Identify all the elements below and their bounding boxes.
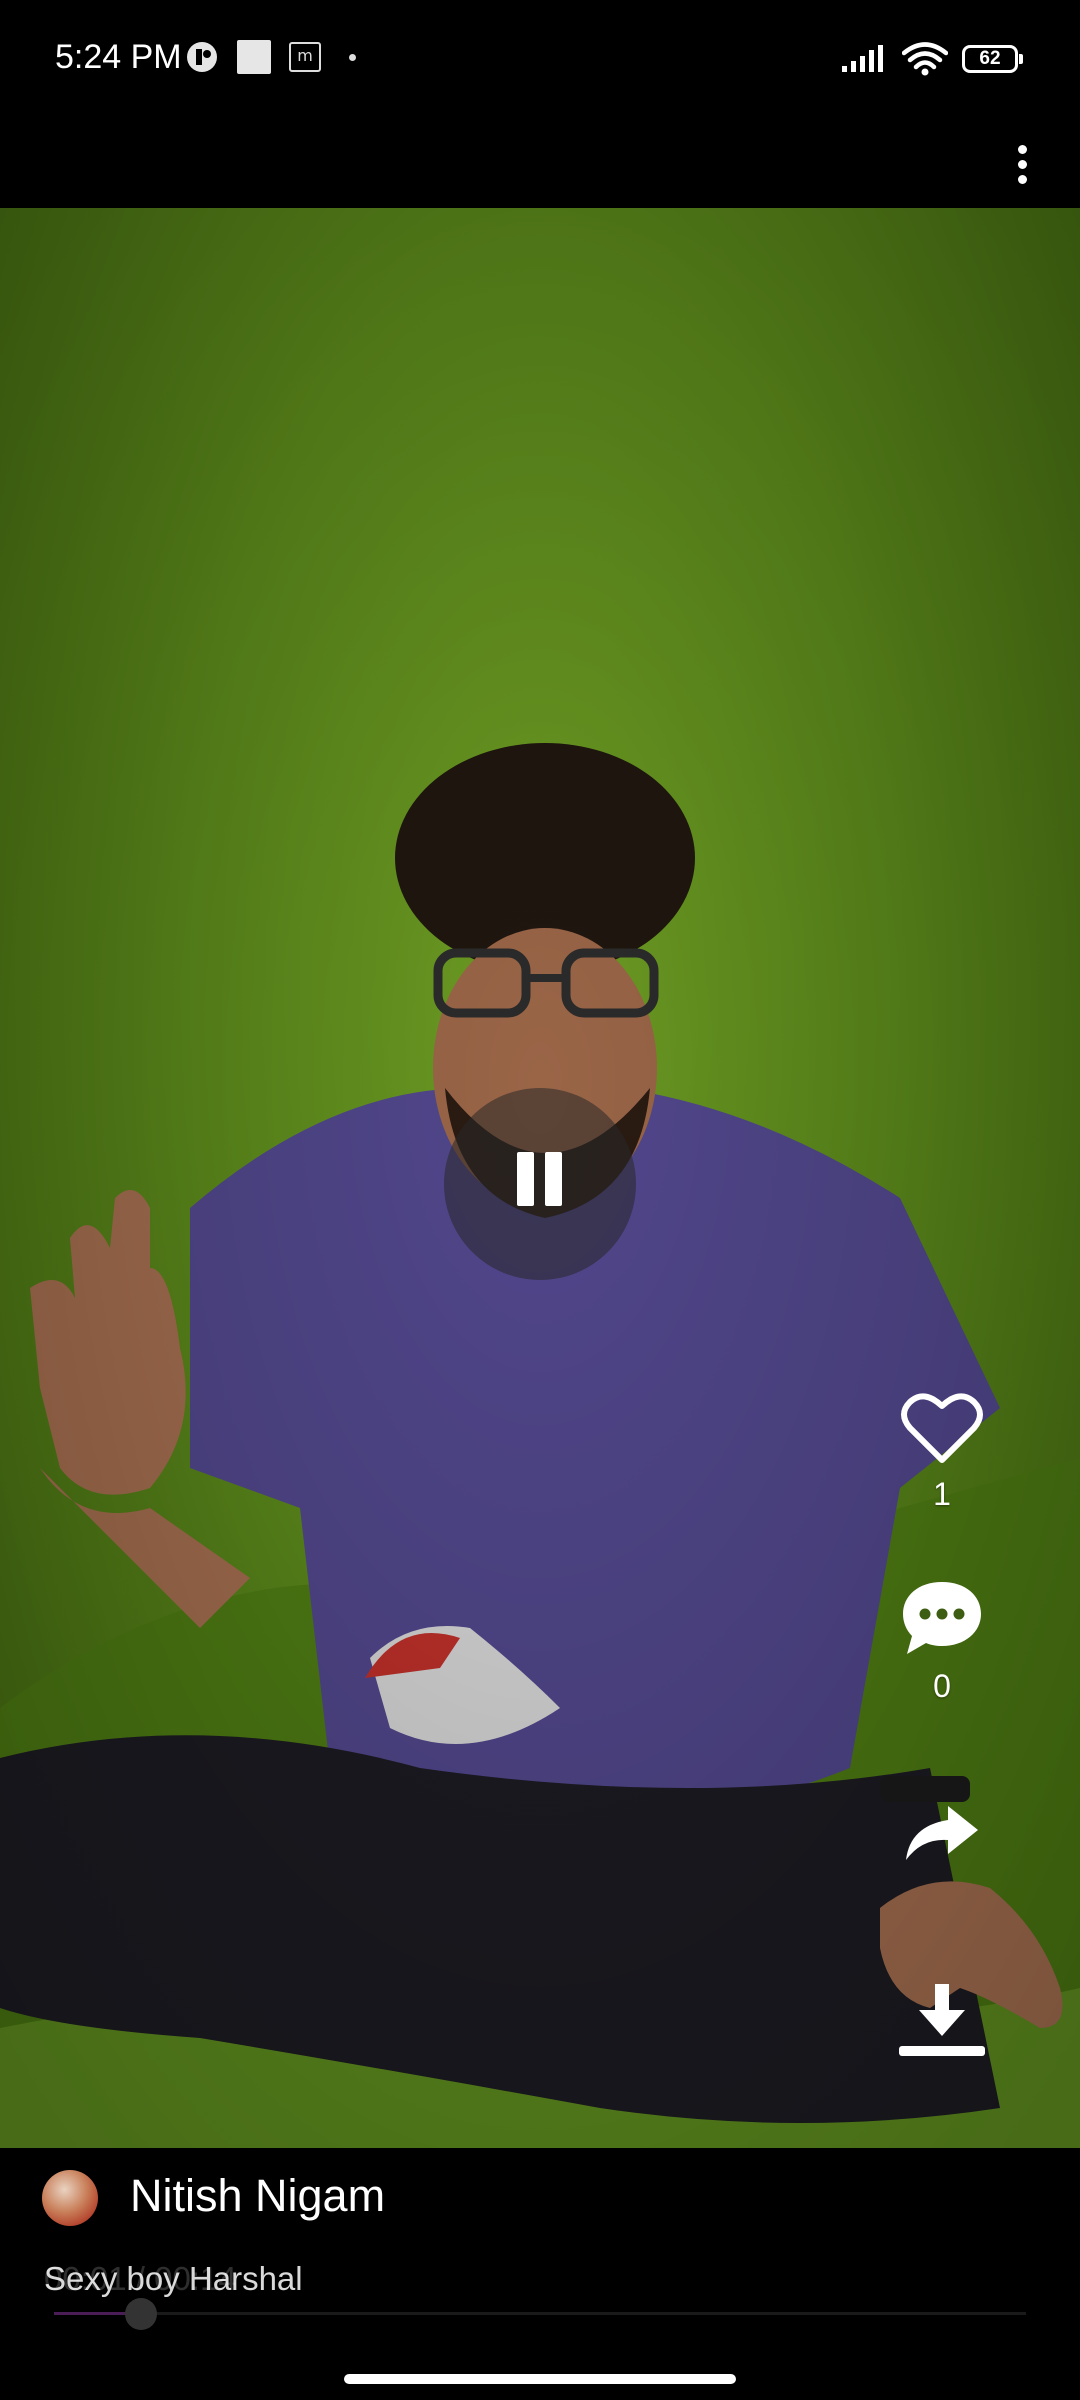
status-time: 5:24 PM (55, 38, 182, 76)
like-count: 1 (933, 1476, 951, 1512)
more-vert-icon (1017, 144, 1027, 154)
video-caption: Sexy boy Harshal (44, 2260, 303, 2297)
video-player[interactable]: 1 0 (0, 208, 1080, 2148)
like-button[interactable]: 1 (880, 1390, 1004, 1513)
app-toolbar (0, 120, 1080, 208)
gesture-nav-handle[interactable] (344, 2374, 736, 2384)
comment-count: 0 (933, 1668, 951, 1704)
comment-button[interactable]: 0 (880, 1578, 1004, 1705)
pause-icon (517, 1152, 534, 1206)
more-options-button[interactable] (992, 130, 1052, 198)
share-arrow-icon (906, 1806, 978, 1860)
pause-icon-bar (545, 1152, 562, 1206)
heart-outline-icon (901, 1393, 983, 1463)
m-notification-icon: m (289, 42, 321, 72)
more-vert-dot (1017, 174, 1027, 184)
pause-button[interactable] (444, 1088, 636, 1280)
share-button[interactable] (880, 1802, 1004, 1864)
signal-icon (842, 45, 883, 72)
seek-thumb[interactable] (125, 2298, 158, 2330)
video-player-screen: 5:24 PM m 62 1 0 Nitish Nigam 00:01 / 00… (0, 0, 1080, 2400)
download-icon (899, 1984, 985, 2056)
system-icons: 62 (840, 42, 1023, 76)
square-notification-icon (237, 40, 271, 74)
battery-icon: 62 (962, 45, 1023, 73)
seek-bar[interactable] (54, 2298, 1026, 2330)
dot-icon (349, 53, 356, 61)
status-bar: 5:24 PM m 62 (0, 0, 1080, 120)
video-info-panel: Nitish Nigam 00:01 / 00:14 Sexy boy Hars… (0, 2148, 1080, 2400)
download-button[interactable] (880, 1982, 1004, 2058)
app-notification-icon (187, 42, 217, 72)
seek-track (54, 2312, 1026, 2315)
comment-bubble-icon (903, 1582, 981, 1654)
channel-name[interactable]: Nitish Nigam (130, 2170, 385, 2222)
more-vert-dot (1017, 159, 1027, 169)
wifi-icon (902, 42, 948, 76)
avatar[interactable] (42, 2170, 98, 2226)
notification-icons: m (185, 40, 356, 74)
